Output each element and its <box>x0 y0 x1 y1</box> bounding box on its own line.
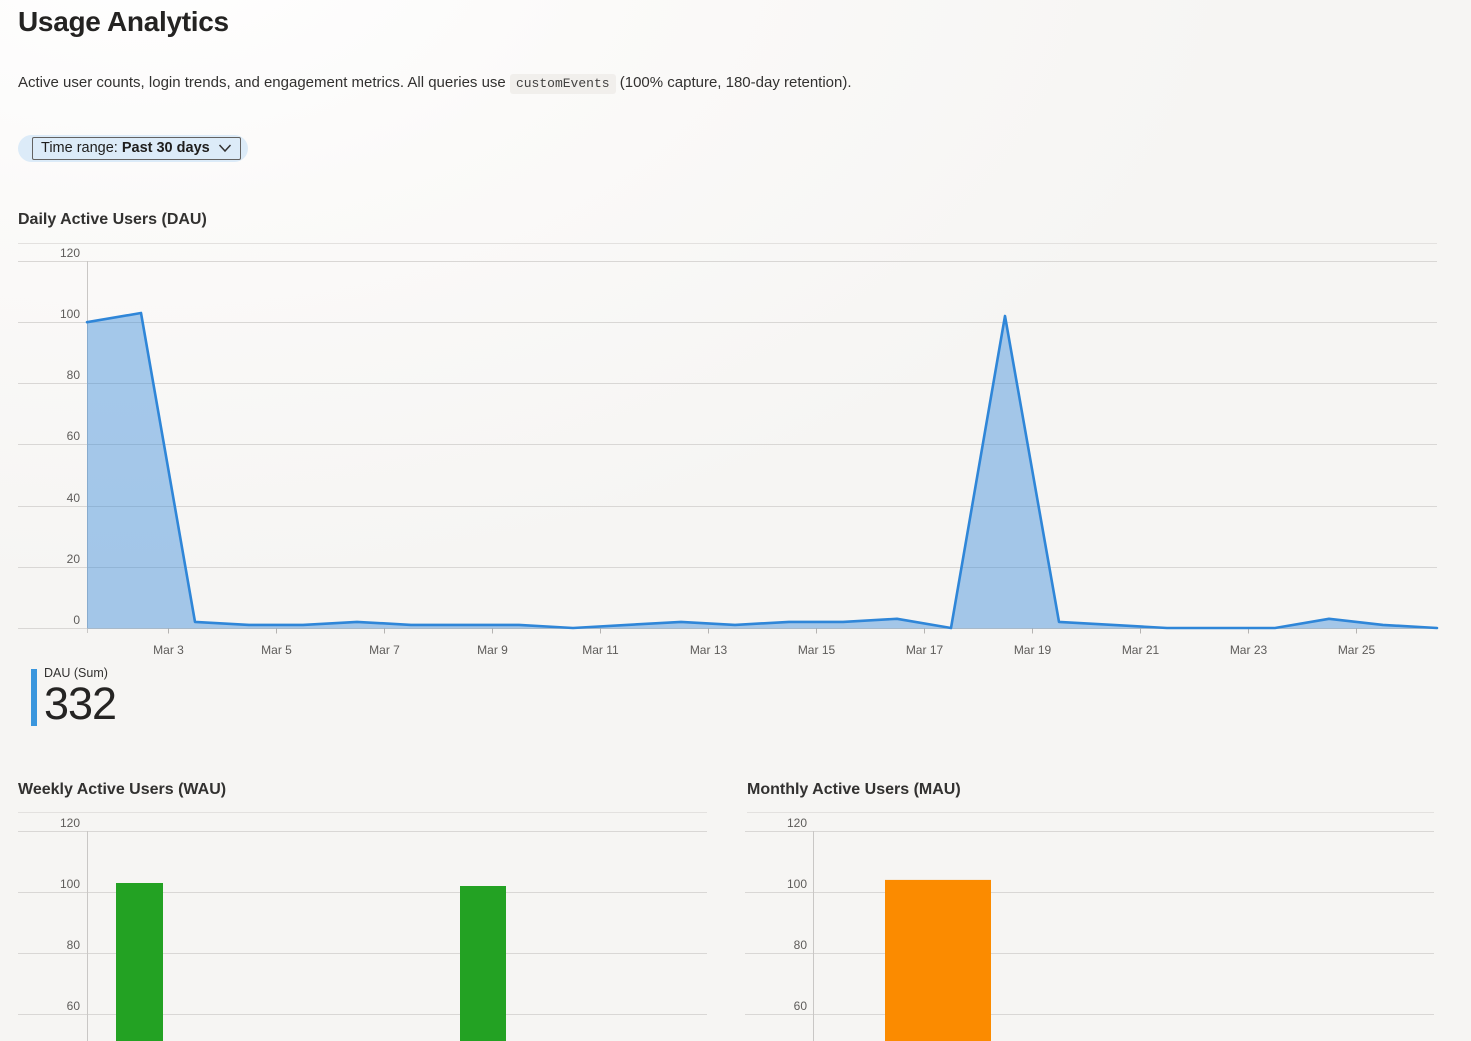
time-range-dropdown[interactable]: Time range: Past 30 days <box>18 135 248 162</box>
x-tick-label: Mar 13 <box>690 643 728 657</box>
wau-chart: 60 80 100 120 <box>18 813 707 1041</box>
chevron-down-icon <box>218 144 232 153</box>
time-range-value: Past 30 days <box>122 140 210 156</box>
x-tick-label: Mar 15 <box>798 643 836 657</box>
description-text-before: Active user counts, login trends, and en… <box>18 74 510 91</box>
y-axis-label: 100 <box>787 877 807 891</box>
page-description: Active user counts, login trends, and en… <box>18 74 852 91</box>
bar <box>116 883 163 1041</box>
y-axis-label: 20 <box>67 552 81 566</box>
y-axis-label: 80 <box>794 938 808 952</box>
bar <box>460 886 506 1041</box>
section-title-wau: Weekly Active Users (WAU) <box>18 781 226 799</box>
mau-chart: 60 80 100 120 <box>745 813 1434 1041</box>
x-tick-label: Mar 7 <box>369 643 400 657</box>
y-axis-label: 120 <box>787 816 807 830</box>
area-series-line <box>87 313 1437 628</box>
x-tick-label: Mar 17 <box>906 643 944 657</box>
dau-chart: 0 20 40 60 80 100 120 Mar 3 Mar 5 Mar 7 Mar 9 Mar 1… <box>18 244 1437 658</box>
x-tick-label: Mar 3 <box>153 643 184 657</box>
page-title: Usage Analytics <box>18 6 229 38</box>
time-range-label: Time range: <box>41 140 118 156</box>
y-axis-label: 60 <box>794 999 808 1013</box>
code-chip-customevents: customEvents <box>510 74 616 94</box>
x-tick-label: Mar 9 <box>477 643 508 657</box>
section-title-mau: Monthly Active Users (MAU) <box>747 781 961 799</box>
stat-marker-bar <box>31 669 37 726</box>
x-tick-label: Mar 11 <box>582 643 619 657</box>
stat-value: 332 <box>44 681 116 727</box>
section-title-dau: Daily Active Users (DAU) <box>18 211 207 229</box>
x-tick-label: Mar 23 <box>1230 643 1268 657</box>
x-tick-label: Mar 21 <box>1122 643 1160 657</box>
y-axis-label: 100 <box>60 877 80 891</box>
x-tick-label: Mar 25 <box>1338 643 1376 657</box>
y-axis-label: 40 <box>67 491 81 505</box>
y-axis-label: 120 <box>60 816 80 830</box>
description-text-after: (100% capture, 180-day retention). <box>616 74 852 91</box>
bar <box>885 880 991 1041</box>
usage-analytics-page: 0 20 40 60 80 100 120 Mar 3 Mar 5 Mar 7 Mar 9 Mar 1… <box>0 0 1471 1041</box>
y-axis-label: 120 <box>60 246 80 260</box>
time-range-dropdown-inner: Time range: Past 30 days <box>32 137 241 160</box>
x-tick-label: Mar 19 <box>1014 643 1052 657</box>
dau-sum-stat: DAU (Sum) 332 <box>31 666 116 727</box>
y-axis-label: 60 <box>67 429 81 443</box>
y-axis-label: 60 <box>67 999 81 1013</box>
y-axis-label: 80 <box>67 368 81 382</box>
x-tick-label: Mar 5 <box>261 643 292 657</box>
y-axis-label: 80 <box>67 938 81 952</box>
area-series-fill <box>87 313 1437 629</box>
y-axis-label: 100 <box>60 307 80 321</box>
y-axis-label: 0 <box>73 613 80 627</box>
